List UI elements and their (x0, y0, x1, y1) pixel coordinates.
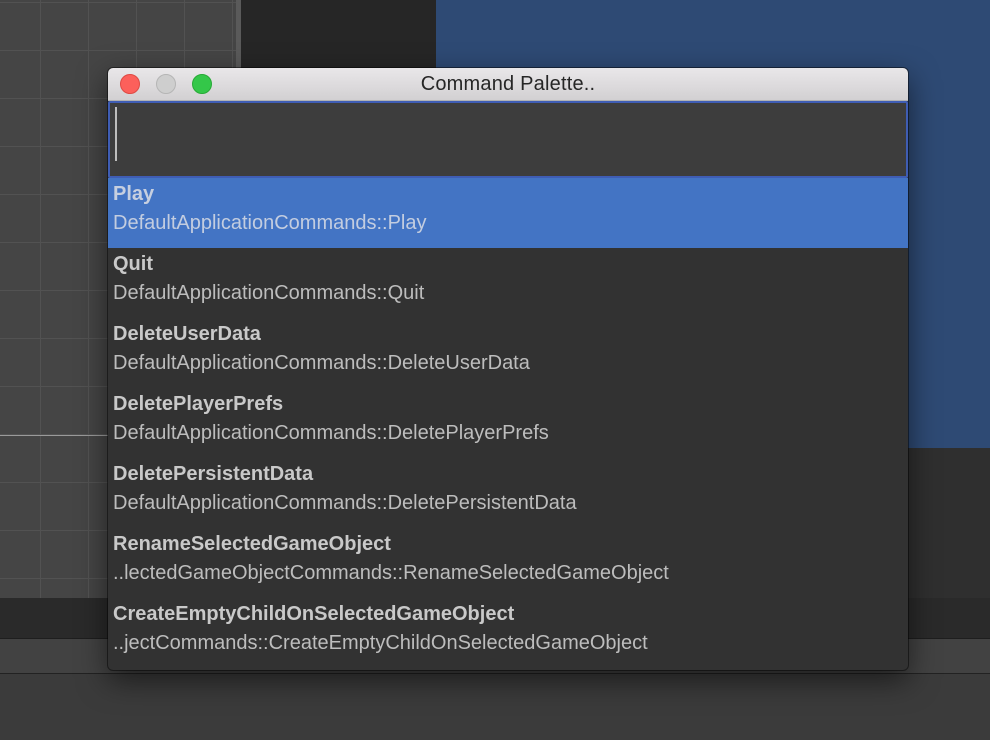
bottom-panel (0, 674, 990, 740)
background-panel-lower (908, 448, 990, 598)
window-title: Command Palette.. (420, 73, 596, 95)
command-path: ..lectedGameObjectCommands::RenameSelect… (113, 562, 669, 584)
scene-axis-line (0, 435, 110, 436)
command-path: DefaultApplicationCommands::Quit (113, 282, 425, 304)
command-path: ..jectCommands::CreateEmptyChildOnSelect… (113, 632, 648, 654)
command-name: CreateEmptyChildOnSelectedGameObject (113, 603, 515, 625)
window-titlebar[interactable]: Command Palette.. (108, 68, 908, 101)
command-result-item[interactable]: RenameSelectedGameObject ..lectedGameObj… (108, 528, 908, 598)
command-path: DefaultApplicationCommands::Play (113, 212, 427, 234)
text-caret (115, 107, 117, 161)
command-result-item[interactable]: DeleteUserData DefaultApplicationCommand… (108, 318, 908, 388)
command-name: DeletePersistentData (113, 463, 314, 485)
command-name: DeletePlayerPrefs (113, 393, 284, 415)
command-name: RenameSelectedGameObject (113, 533, 391, 555)
command-name: Quit (113, 253, 153, 275)
command-palette-window: Command Palette.. Play DefaultApplicatio… (108, 68, 908, 670)
command-result-item[interactable]: CreateEmptyChildOnSelectedGameObject ..j… (108, 598, 908, 668)
search-field-container (108, 101, 908, 178)
command-result-item[interactable]: DeletePersistentData DefaultApplicationC… (108, 458, 908, 528)
command-result-item[interactable]: Play DefaultApplicationCommands::Play (108, 178, 908, 248)
command-name: Play (113, 183, 155, 205)
command-path: DefaultApplicationCommands::DeletePlayer… (113, 422, 549, 444)
command-results-list: Play DefaultApplicationCommands::Play Qu… (108, 178, 908, 668)
command-search-input[interactable] (110, 103, 906, 176)
command-name: DeleteUserData (113, 323, 261, 345)
command-result-item[interactable]: Quit DefaultApplicationCommands::Quit (108, 248, 908, 318)
command-path: DefaultApplicationCommands::DeletePersis… (113, 492, 577, 514)
command-result-item[interactable]: DeletePlayerPrefs DefaultApplicationComm… (108, 388, 908, 458)
command-path: DefaultApplicationCommands::DeleteUserDa… (113, 352, 530, 374)
